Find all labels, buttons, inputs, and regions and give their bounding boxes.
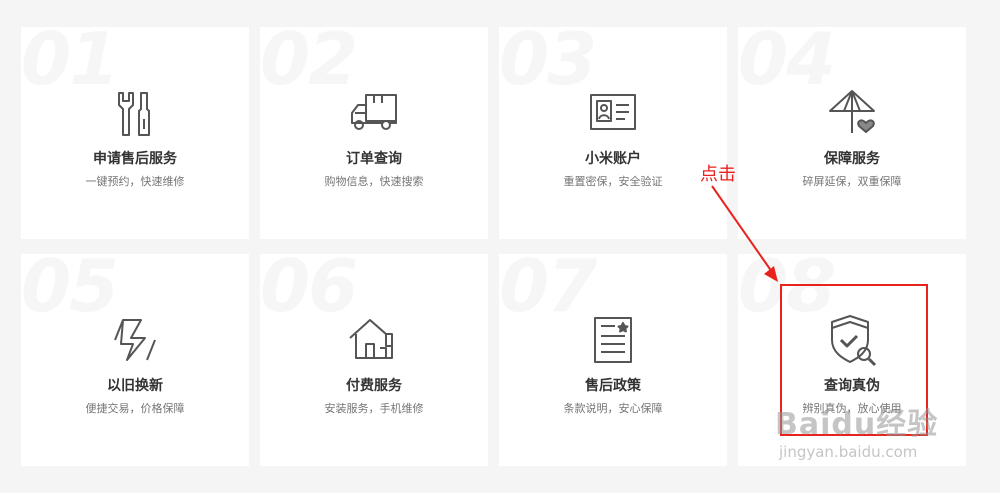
document-star-icon [585,312,641,368]
card-description: 碎屏延保，双重保障 [802,175,902,188]
card-description: 便捷交易，价格保障 [85,402,185,415]
annotation-label: 点击 [700,164,736,185]
service-card-protection[interactable]: 04 保障服务 碎屏延保，双重保障 [738,27,966,239]
house-icon [346,312,402,368]
tools-icon [107,85,163,141]
card-number: 03 [499,27,597,101]
shield-check-search-icon [824,312,880,368]
card-description: 条款说明，安心保障 [563,402,663,415]
card-description: 购物信息，快速搜索 [324,175,424,188]
exchange-icon [107,312,163,368]
card-title: 查询真伪 [824,378,880,394]
card-description: 一键预约，快速维修 [85,175,185,188]
service-card-policy[interactable]: 07 售后政策 条款说明，安心保障 [499,254,727,466]
service-card-authenticity-check[interactable]: 08 查询真伪 辨别真伪，放心使用 [738,254,966,466]
service-card-trade-in[interactable]: 05 以旧换新 便捷交易，价格保障 [21,254,249,466]
card-number: 05 [21,254,119,328]
card-title: 订单查询 [346,151,402,167]
card-title: 申请售后服务 [93,151,177,167]
service-card-after-sales[interactable]: 01 申请售后服务 一键预约，快速维修 [21,27,249,239]
card-title: 以旧换新 [107,378,163,394]
card-title: 小米账户 [585,151,641,167]
card-number: 02 [260,27,358,101]
id-card-icon [585,85,641,141]
card-number: 04 [738,27,836,101]
service-card-paid-service[interactable]: 06 付费服务 安装服务，手机维修 [260,254,488,466]
card-description: 辨别真伪，放心使用 [802,402,902,415]
card-title: 付费服务 [346,378,402,394]
card-number: 07 [499,254,597,328]
card-number: 06 [260,254,358,328]
service-grid: 01 申请售后服务 一键预约，快速维修 02 订单查询 购物信息，快速搜索 03… [21,27,966,466]
card-description: 重置密保，安全验证 [563,175,663,188]
delivery-truck-icon [346,85,402,141]
card-title: 售后政策 [585,378,641,394]
card-description: 安装服务，手机维修 [324,402,424,415]
card-title: 保障服务 [824,151,880,167]
card-number: 01 [21,27,119,101]
service-card-mi-account[interactable]: 03 小米账户 重置密保，安全验证 [499,27,727,239]
service-card-order-query[interactable]: 02 订单查询 购物信息，快速搜索 [260,27,488,239]
umbrella-heart-icon [824,85,880,141]
card-number: 08 [738,254,836,328]
